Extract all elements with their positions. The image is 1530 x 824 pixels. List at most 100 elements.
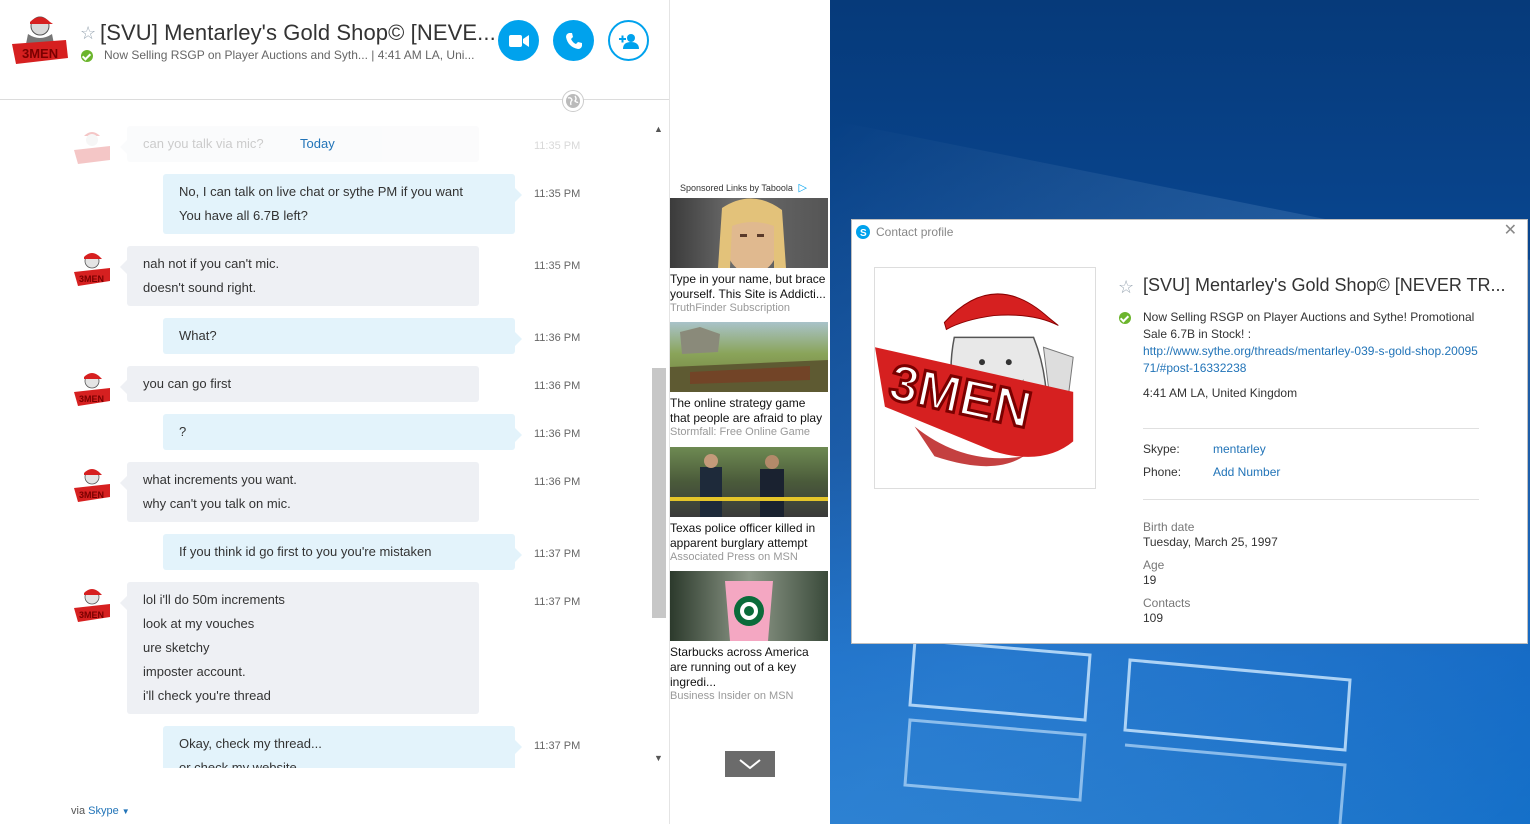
via-label: via bbox=[71, 805, 86, 817]
chat-mood: Now Selling RSGP on Player Auctions and … bbox=[104, 48, 475, 62]
svg-text:3MEN: 3MEN bbox=[79, 394, 104, 404]
video-call-button[interactable] bbox=[498, 20, 539, 61]
message-text: If you think id go first to you you're m… bbox=[179, 544, 432, 559]
message-timestamp: 11:37 PM bbox=[534, 596, 581, 608]
chat-title: [SVU] Mentarley's Gold Shop© [NEVE... bbox=[100, 20, 496, 45]
add-number-link[interactable]: Add Number bbox=[1213, 465, 1280, 479]
ad-item[interactable]: Texas police officer killed in apparent … bbox=[670, 447, 828, 564]
ad-title[interactable]: Starbucks across America are running out… bbox=[670, 645, 828, 690]
contact-avatar[interactable]: 3MEN bbox=[8, 12, 72, 68]
contact-avatar-small: 3MEN bbox=[74, 253, 110, 286]
contact-avatar-small: 3MEN bbox=[74, 373, 110, 406]
ad-item[interactable]: Starbucks across America are running out… bbox=[670, 571, 828, 703]
ad-title[interactable]: Type in your name, but brace yourself. T… bbox=[670, 272, 828, 302]
message-text: imposter account. bbox=[143, 664, 246, 679]
via-skype-link[interactable]: Skype bbox=[88, 805, 119, 817]
add-people-button[interactable] bbox=[608, 20, 649, 61]
more-ads-button[interactable] bbox=[725, 751, 775, 777]
message-bubble-outgoing[interactable]: Okay, check my thread... or check my webs… bbox=[163, 726, 522, 768]
favorite-star-icon[interactable]: ☆ bbox=[1118, 278, 1134, 296]
profile-picture: 3MEN bbox=[874, 267, 1096, 489]
chat-header: 3MEN ☆ [SVU] Mentarley's Gold Shop© [NEV… bbox=[0, 0, 669, 100]
ad-source: Associated Press on MSN bbox=[670, 551, 798, 563]
message-text: ure sketchy bbox=[143, 640, 210, 655]
message-text: you can go first bbox=[143, 376, 232, 391]
ad-image-woman[interactable] bbox=[670, 198, 828, 268]
today-label: Today bbox=[300, 136, 335, 151]
globe-icon[interactable] bbox=[562, 90, 584, 112]
message-text: can you talk via mic? bbox=[143, 136, 264, 151]
favorite-star-icon[interactable]: ☆ bbox=[80, 24, 96, 42]
message-text: You have all 6.7B left? bbox=[179, 208, 308, 223]
ad-source: TruthFinder Subscription bbox=[670, 302, 791, 314]
message-timestamp: 11:37 PM bbox=[534, 548, 581, 560]
phone-icon bbox=[565, 32, 582, 49]
message-text: What? bbox=[179, 328, 217, 343]
message-bubble-outgoing[interactable]: What? bbox=[163, 318, 522, 354]
via-skype: via Skype ▼ bbox=[71, 805, 130, 817]
message-text: Okay, check my thread... bbox=[179, 736, 322, 751]
chat-scrollbar-thumb[interactable] bbox=[652, 368, 666, 618]
message-bubble-outgoing[interactable]: No, I can talk on live chat or sythe PM … bbox=[163, 174, 522, 234]
skype-label: Skype: bbox=[1143, 442, 1180, 456]
svg-text:S: S bbox=[860, 228, 867, 239]
contact-avatar-small: 3MEN bbox=[74, 589, 110, 622]
add-person-icon bbox=[618, 33, 639, 49]
ads-panel: Sponsored Links by Taboola ▷ Type in you… bbox=[670, 0, 830, 824]
ad-image-starbucks[interactable] bbox=[670, 571, 828, 641]
contacts-label: Contacts bbox=[1143, 596, 1191, 610]
message-timestamp: 11:36 PM bbox=[534, 332, 581, 344]
message-text: ? bbox=[179, 424, 187, 439]
message-bubble-outgoing[interactable]: If you think id go first to you you're m… bbox=[163, 534, 522, 570]
skype-name-link[interactable]: mentarley bbox=[1213, 442, 1266, 456]
divider bbox=[1143, 428, 1479, 429]
contact-avatar-small: 3MEN bbox=[74, 469, 110, 502]
message-text: why can't you talk on mic. bbox=[143, 496, 291, 511]
online-status-icon bbox=[1119, 312, 1131, 324]
message-text: what increments you want. bbox=[143, 472, 297, 487]
message-text: doesn't sound right. bbox=[143, 280, 257, 295]
date-separator: Today bbox=[300, 136, 335, 151]
message-list[interactable]: can you talk via mic? 11:35 PM No, I can… bbox=[0, 120, 650, 768]
close-icon[interactable]: ✕ bbox=[1504, 223, 1517, 239]
ad-source: Business Insider on MSN bbox=[670, 690, 794, 702]
ad-source: Stormfall: Free Online Game bbox=[670, 426, 810, 438]
message-timestamp: 11:35 PM bbox=[534, 188, 581, 200]
online-status-icon bbox=[81, 50, 93, 62]
audio-call-button[interactable] bbox=[553, 20, 594, 61]
scroll-up-icon[interactable]: ▲ bbox=[654, 124, 663, 134]
svg-text:3MEN: 3MEN bbox=[79, 274, 104, 284]
video-camera-icon bbox=[508, 34, 529, 47]
message-bubble-incoming[interactable]: you can go first bbox=[120, 366, 479, 402]
message-text: look at my vouches bbox=[143, 616, 255, 631]
birth-date-value: Tuesday, March 25, 1997 bbox=[1143, 535, 1278, 549]
message-bubble-incoming[interactable]: lol i'll do 50m increments look at my vou… bbox=[120, 582, 479, 714]
message-bubble-incoming[interactable]: what increments you want. why can't you t… bbox=[120, 462, 479, 522]
message-bubble-outgoing[interactable]: ? bbox=[163, 414, 522, 450]
scroll-down-icon[interactable]: ▼ bbox=[654, 753, 663, 763]
sponsored-label[interactable]: Sponsored Links by Taboola ▷ bbox=[680, 181, 807, 194]
ad-image-police[interactable] bbox=[670, 447, 828, 517]
contact-profile-window: S Contact profile ✕ 3MEN ☆ [SVU] Mentarl… bbox=[851, 219, 1528, 644]
ad-title[interactable]: The online strategy game that people are… bbox=[670, 396, 828, 426]
contact-avatar-small bbox=[74, 132, 110, 164]
profile-local-time: 4:41 AM LA, United Kingdom bbox=[1143, 386, 1298, 400]
mood-link[interactable]: http://www.sythe.org/threads/mentarley-0… bbox=[1143, 344, 1478, 375]
ad-item[interactable]: The online strategy game that people are… bbox=[670, 322, 828, 439]
chevron-down-icon[interactable]: ▼ bbox=[122, 807, 130, 816]
contacts-value: 109 bbox=[1143, 611, 1164, 625]
skype-icon: S bbox=[856, 225, 870, 239]
ad-item[interactable]: Type in your name, but brace yourself. T… bbox=[670, 198, 828, 315]
ad-image-battle[interactable] bbox=[670, 322, 828, 392]
message-text: or check my website bbox=[179, 760, 297, 768]
profile-titlebar[interactable]: S Contact profile ✕ bbox=[852, 220, 1527, 244]
ad-title[interactable]: Texas police officer killed in apparent … bbox=[670, 521, 828, 551]
chevron-down-icon bbox=[739, 759, 761, 770]
message-bubble-incoming[interactable]: nah not if you can't mic. doesn't sound r… bbox=[120, 246, 479, 306]
message-timestamp: 11:36 PM bbox=[534, 428, 581, 440]
message-timestamp: 11:36 PM bbox=[534, 476, 581, 488]
message-text: nah not if you can't mic. bbox=[143, 256, 280, 271]
message-text: i'll check you're thread bbox=[143, 688, 271, 703]
age-value: 19 bbox=[1143, 573, 1157, 587]
message-text: No, I can talk on live chat or sythe PM … bbox=[179, 184, 463, 199]
